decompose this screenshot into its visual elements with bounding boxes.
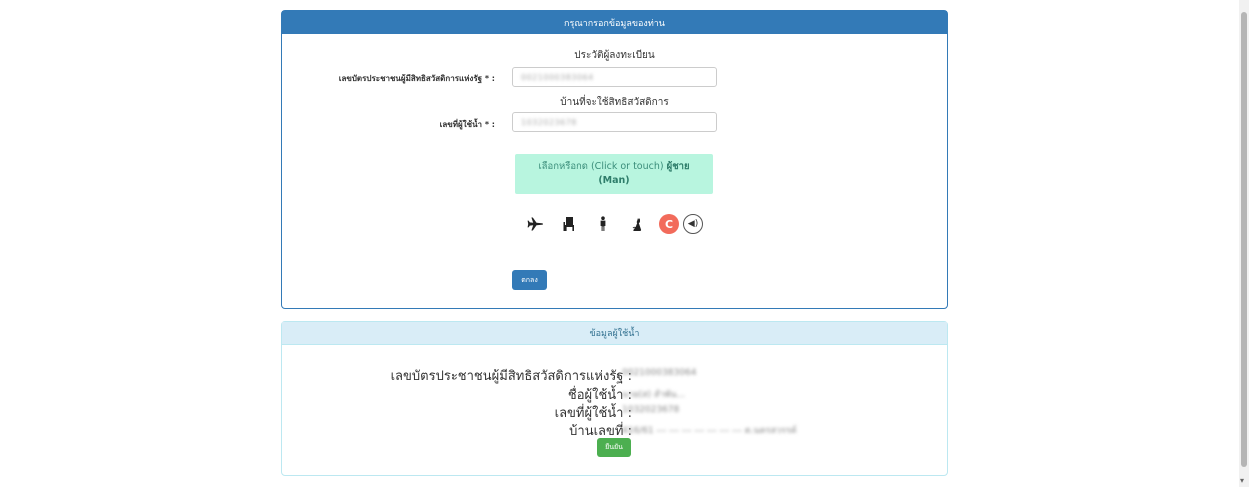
chair-icon[interactable] bbox=[559, 214, 579, 234]
audio-captcha-button[interactable]: ◀) bbox=[683, 214, 703, 234]
user-input-panel: กรุณากรอกข้อมูลของท่าน ประวัติผู้ลงทะเบี… bbox=[281, 10, 948, 309]
water-user-label: เลขที่ผู้ใช้น้ำ * : bbox=[439, 120, 495, 129]
captcha-target-en: (Man) bbox=[598, 175, 630, 186]
captcha-target: ผู้ชาย bbox=[666, 161, 690, 172]
info-value: 0021000383064 bbox=[622, 368, 697, 378]
info-value: 416/61 --- --- --- --- --- --- --- ต.นคร… bbox=[622, 426, 797, 436]
ok-button[interactable]: ตกลง bbox=[512, 270, 547, 290]
vertical-scrollbar[interactable]: ▾ bbox=[1239, 0, 1249, 487]
water-user-value: 1032023678 bbox=[521, 117, 577, 127]
form-title: กรุณากรอกข้อมูลของท่าน bbox=[282, 11, 947, 34]
info-title: ข้อมูลผู้ใช้น้ำ bbox=[282, 322, 947, 345]
water-user-input[interactable]: 1032023678 bbox=[512, 112, 717, 132]
info-value: 1032023678 bbox=[622, 405, 680, 415]
scroll-down-arrow-icon[interactable]: ▾ bbox=[1240, 477, 1244, 485]
captcha-prefix: เลือกหรือกด (Click or touch) bbox=[538, 161, 664, 172]
section-registrant-heading: ประวัติผู้ลงทะเบียน bbox=[574, 50, 655, 61]
section-house-heading: บ้านที่จะใช้สิทธิสวัสดิการ bbox=[560, 97, 669, 108]
man-icon[interactable] bbox=[593, 214, 613, 234]
id-card-value: 0021000383064 bbox=[521, 72, 594, 82]
cat-icon[interactable] bbox=[627, 214, 647, 234]
airplane-icon[interactable] bbox=[525, 214, 545, 234]
info-label: เลขบัตรประชาชนผู้มีสิทธิสวัสดิการแห่งรัฐ… bbox=[390, 369, 632, 384]
scrollbar-thumb[interactable] bbox=[1241, 12, 1247, 467]
id-card-label: เลขบัตรประชาชนผู้มีสิทธิสวัสดิการแห่งรัฐ… bbox=[338, 74, 495, 83]
captcha-icon-row: C ◀) bbox=[525, 214, 703, 234]
confirm-button[interactable]: ยืนยัน bbox=[597, 438, 631, 457]
id-card-input[interactable]: 0021000383064 bbox=[512, 67, 717, 87]
captcha-instruction: เลือกหรือกด (Click or touch) ผู้ชาย (Man… bbox=[515, 154, 713, 194]
info-value: นาย(ส) สำพัน... bbox=[622, 390, 686, 400]
refresh-captcha-button[interactable]: C bbox=[659, 214, 679, 234]
